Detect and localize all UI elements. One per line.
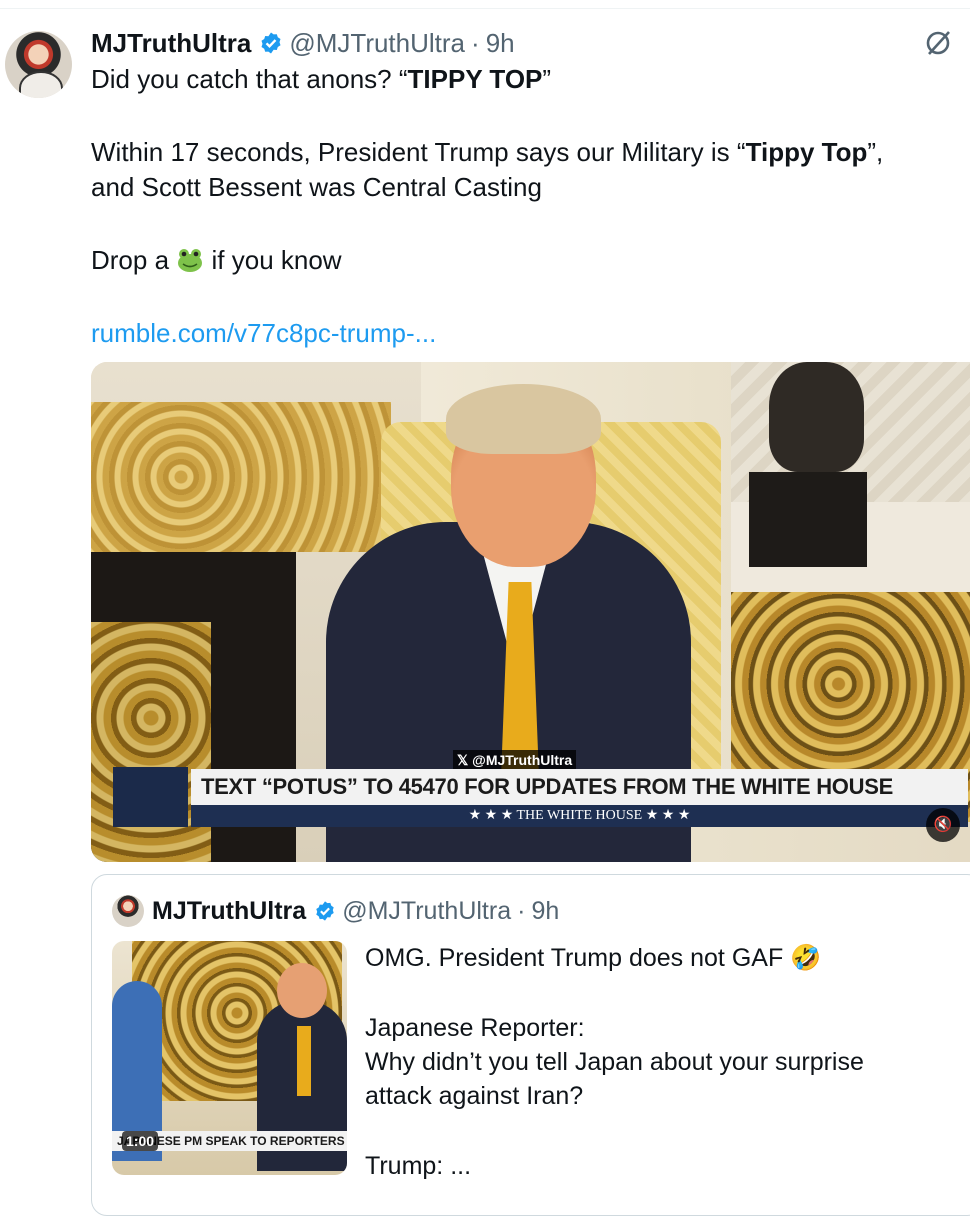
chyron-main: TEXT “POTUS” TO 45470 FOR UPDATES FROM T… bbox=[191, 769, 968, 805]
quoted-line: Trump: ... bbox=[365, 1152, 472, 1180]
tweet-line: and Scott Bessent was Central Casting bbox=[91, 172, 542, 202]
tweet-body: Did you catch that anons? “TIPPY TOP” Wi… bbox=[91, 62, 951, 351]
quoted-line: Japanese Reporter: bbox=[365, 1014, 585, 1042]
handle[interactable]: @MJTruthUltra bbox=[289, 28, 465, 59]
frog-emoji-icon bbox=[178, 249, 203, 272]
speaker-muted-icon[interactable]: 🔇 bbox=[926, 808, 960, 842]
quoted-avatar[interactable] bbox=[112, 895, 144, 927]
grok-icon[interactable] bbox=[923, 28, 953, 58]
verified-badge-icon bbox=[261, 32, 281, 54]
tweet-line: Drop a if you know bbox=[91, 245, 342, 275]
separator: · bbox=[517, 896, 526, 925]
video-player[interactable]: 𝕏 @MJTruthUltra TEXT “POTUS” TO 45470 FO… bbox=[91, 362, 970, 862]
quoted-body: OMG. President Trump does not GAF 🤣 Japa… bbox=[365, 941, 965, 1183]
video-chyron: TEXT “POTUS” TO 45470 FOR UPDATES FROM T… bbox=[113, 767, 968, 827]
quoted-header: MJTruthUltra @MJTruthUltra · 9h bbox=[152, 895, 559, 927]
quoted-tweet[interactable]: MJTruthUltra @MJTruthUltra · 9h JAPANESE… bbox=[91, 874, 970, 1216]
quoted-handle[interactable]: @MJTruthUltra bbox=[342, 897, 511, 926]
quoted-display-name[interactable]: MJTruthUltra bbox=[152, 897, 306, 926]
chyron-sub: ★ ★ ★ THE WHITE HOUSE ★ ★ ★ bbox=[191, 805, 968, 827]
tweet-line: Did you catch that anons? “TIPPY TOP” bbox=[91, 64, 552, 94]
quoted-line: attack against Iran? bbox=[365, 1082, 584, 1110]
avatar[interactable] bbox=[5, 31, 72, 98]
white-house-logo-icon bbox=[113, 767, 188, 827]
quoted-video-thumbnail[interactable]: JAPANESE PM SPEAK TO REPORTERS 1:00 bbox=[112, 941, 347, 1175]
quoted-line: Why didn’t you tell Japan about your sur… bbox=[365, 1048, 864, 1076]
video-duration: 1:00 bbox=[122, 1131, 159, 1151]
quoted-timestamp[interactable]: 9h bbox=[531, 897, 559, 926]
display-name[interactable]: MJTruthUltra bbox=[91, 28, 251, 59]
timestamp[interactable]: 9h bbox=[486, 28, 515, 59]
tweet-header: MJTruthUltra @MJTruthUltra · 9h bbox=[91, 28, 515, 58]
verified-badge-icon bbox=[316, 901, 334, 921]
external-link[interactable]: rumble.com/v77c8pc-trump-... bbox=[91, 318, 436, 348]
divider bbox=[0, 8, 970, 9]
quoted-line: OMG. President Trump does not GAF 🤣 bbox=[365, 944, 822, 972]
tweet-line: Within 17 seconds, President Trump says … bbox=[91, 137, 884, 167]
separator: · bbox=[471, 27, 480, 58]
